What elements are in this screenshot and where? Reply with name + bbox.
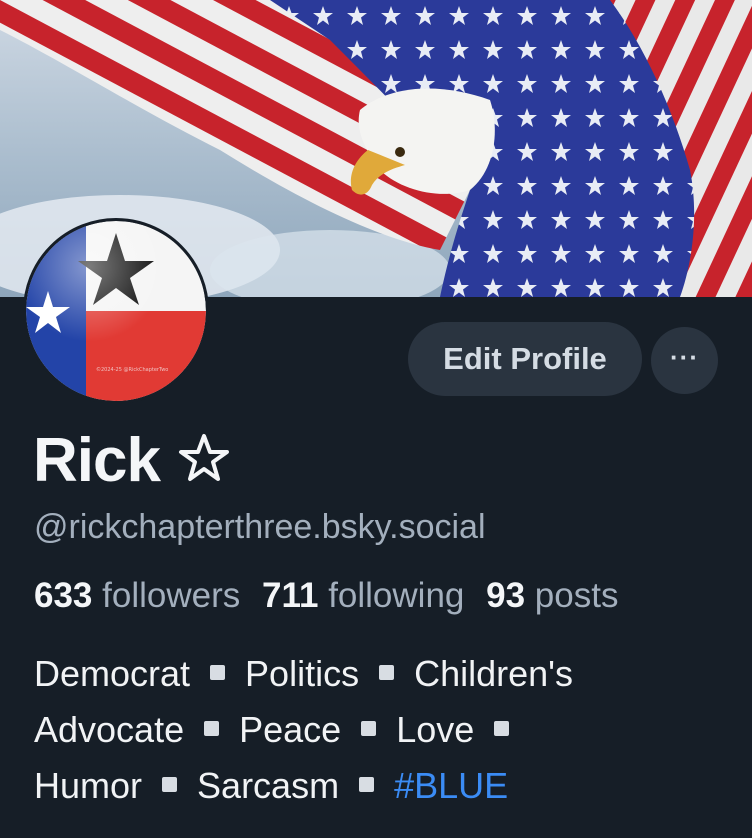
bio-word: Love (396, 709, 475, 750)
following-count: 711 (261, 576, 319, 615)
avatar[interactable]: ©2024-25 @RickChapterTwo (23, 218, 209, 404)
bio-line: Democrat Politics Children's (34, 646, 734, 702)
profile-bio: Democrat Politics Children's Advocate Peace… (34, 646, 734, 814)
following-stat[interactable]: 711 following (262, 576, 464, 615)
bio-word: Children's (414, 653, 574, 694)
bio-word: Democrat (34, 653, 191, 694)
square-bullet-icon (210, 665, 226, 680)
ellipsis-icon: ··· (670, 341, 699, 372)
bio-word: Advocate (34, 709, 185, 750)
followers-count: 633 (34, 576, 93, 615)
square-bullet-icon (359, 777, 375, 792)
display-name-row: Rick (33, 420, 230, 500)
posts-stat: 93 posts (486, 576, 618, 615)
avatar-caption: ©2024-25 @RickChapterTwo (96, 366, 168, 373)
profile-handle: @rickchapterthree.bsky.social (34, 508, 486, 546)
more-options-button[interactable]: ··· (651, 327, 718, 394)
profile-stats: 633 followers 711 following 93 posts (34, 576, 630, 616)
bio-word: Humor (34, 765, 143, 806)
bio-word: Peace (239, 709, 342, 750)
square-bullet-icon (361, 721, 377, 736)
bio-line: Advocate Peace Love (34, 702, 734, 758)
posts-label: posts (534, 576, 619, 615)
edit-profile-button[interactable]: Edit Profile (408, 322, 642, 396)
square-bullet-icon (494, 721, 510, 736)
bio-word: Sarcasm (197, 765, 340, 806)
display-name: Rick (33, 425, 161, 495)
star-outline-icon (178, 433, 230, 488)
following-label: following (328, 576, 465, 615)
square-bullet-icon (204, 721, 220, 736)
square-bullet-icon (162, 777, 178, 792)
hashtag-link[interactable]: #BLUE (394, 765, 508, 806)
square-bullet-icon (379, 665, 395, 680)
posts-count: 93 (486, 576, 526, 615)
followers-stat[interactable]: 633 followers (34, 576, 240, 615)
bio-line: Humor Sarcasm #BLUE (34, 758, 734, 814)
followers-label: followers (102, 576, 241, 615)
texas-flag-avatar-image: ©2024-25 @RickChapterTwo (26, 221, 206, 401)
bio-word: Politics (245, 653, 360, 694)
